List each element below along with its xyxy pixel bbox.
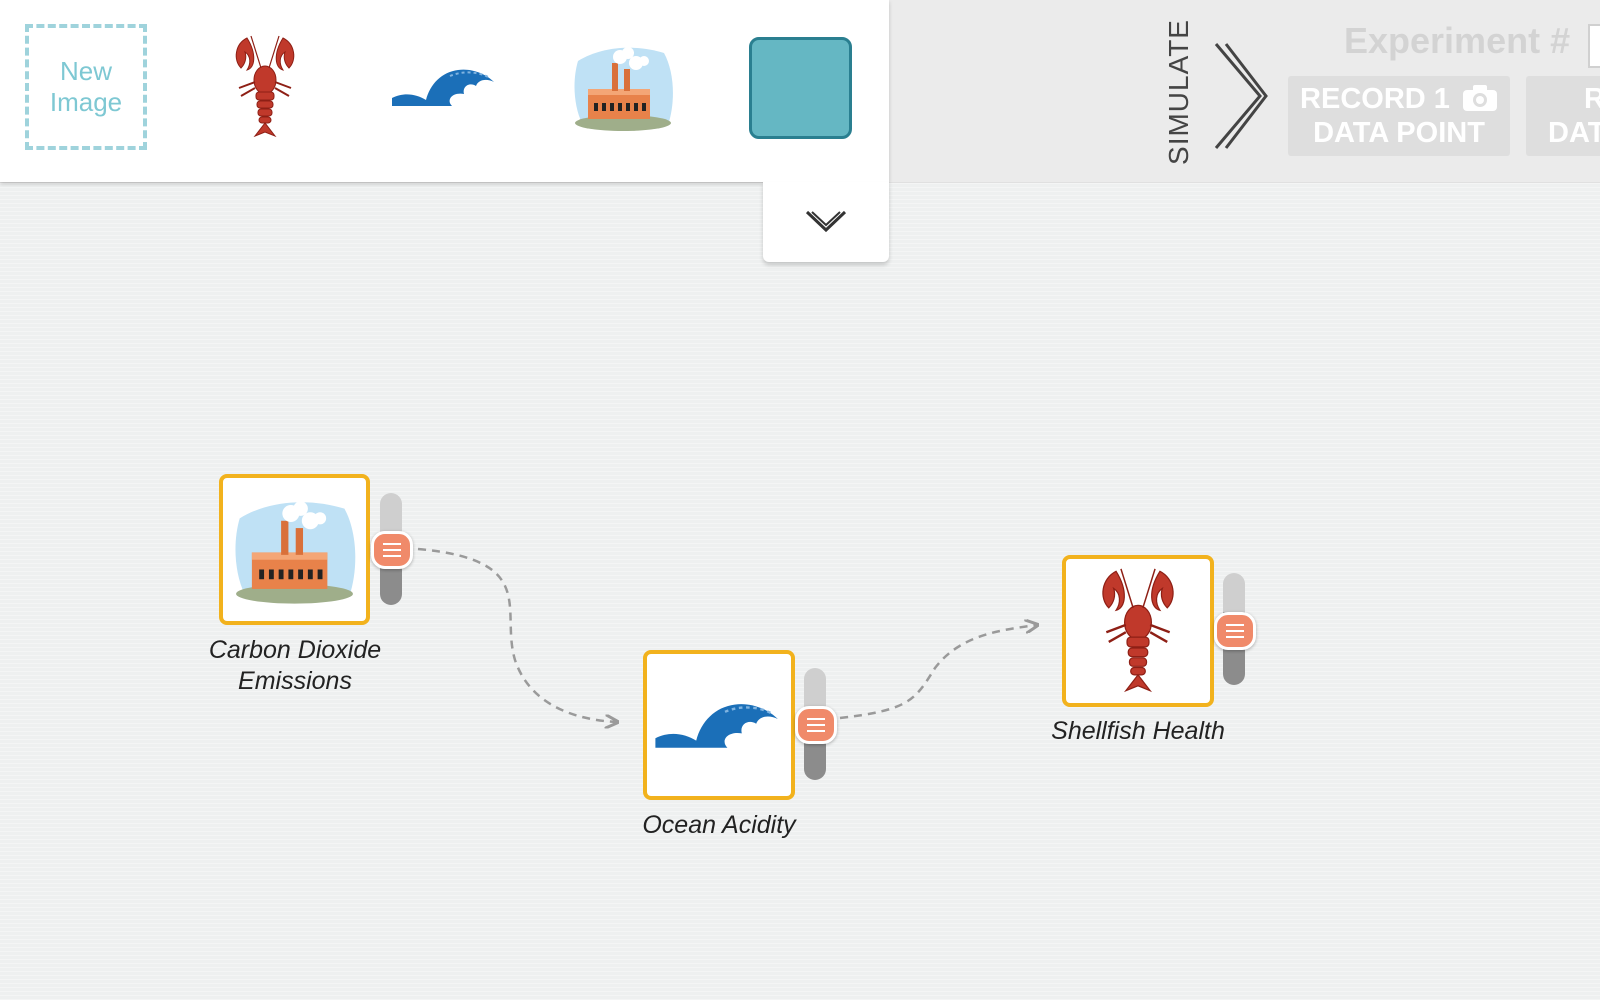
- node-co2-label: Carbon Dioxide Emissions: [208, 636, 382, 695]
- node-ocean-drag-handle[interactable]: [795, 706, 837, 744]
- factory-icon: [235, 500, 356, 604]
- link-ocean-to-shellfish[interactable]: [839, 625, 1037, 720]
- link-co2-to-ocean[interactable]: [417, 547, 617, 722]
- node-ocean-label: Ocean Acidity: [642, 811, 796, 839]
- node-shellfish-drag-handle[interactable]: [1214, 612, 1256, 650]
- node-co2-drag-handle[interactable]: [371, 531, 413, 569]
- lobster-icon: [1102, 568, 1174, 693]
- node-ocean-image[interactable]: [643, 650, 795, 800]
- node-co2-image[interactable]: [219, 474, 370, 625]
- node-shellfish-image[interactable]: [1062, 555, 1214, 707]
- wave-icon: [655, 704, 778, 748]
- node-shellfish-label: Shellfish Health: [1051, 717, 1225, 745]
